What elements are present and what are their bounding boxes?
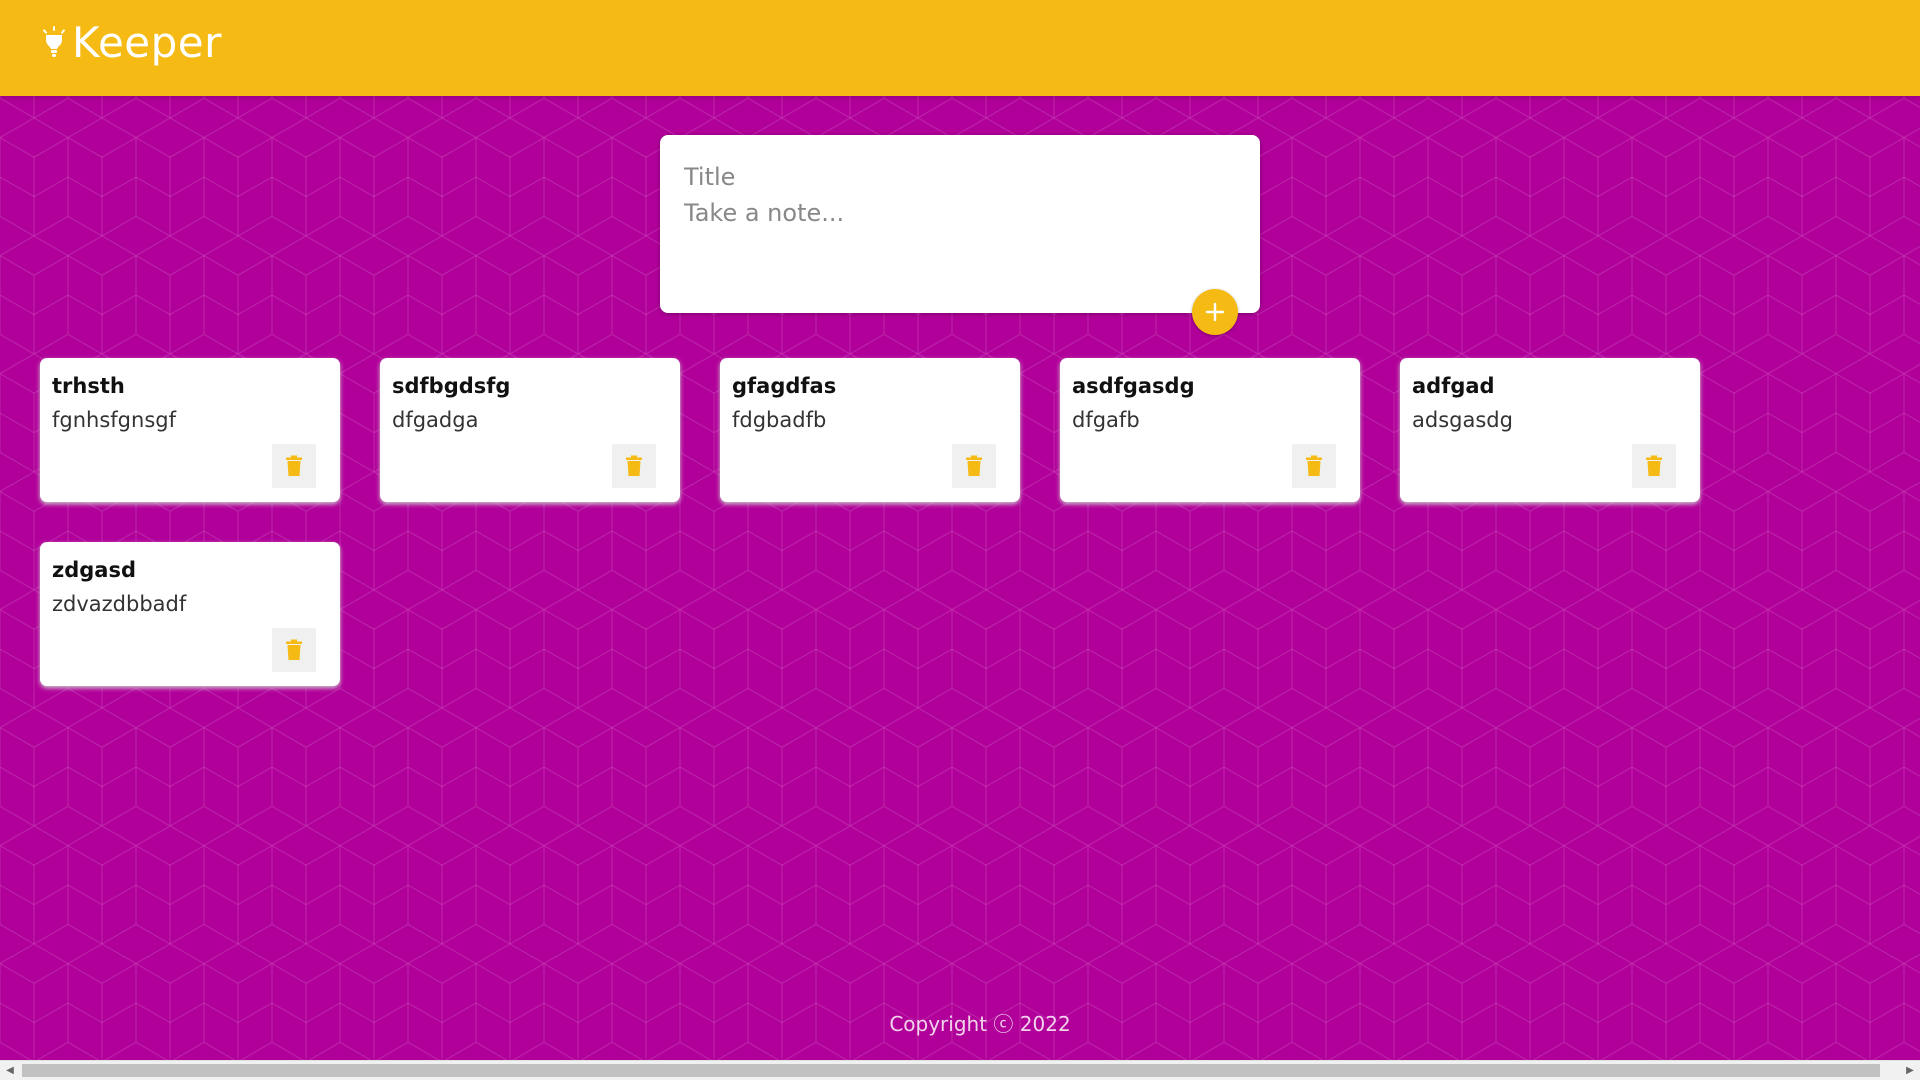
scroll-left-arrow-icon[interactable]: ◀ — [0, 1061, 20, 1080]
note-title: asdfgasdg — [1072, 374, 1195, 398]
delete-note-button[interactable] — [272, 444, 316, 488]
note-title: zdgasd — [52, 558, 136, 582]
note-card: gfagdfas fdgbadfb — [720, 358, 1020, 502]
note-card: zdgasd zdvazdbbadf — [40, 542, 340, 686]
note-content: zdvazdbbadf — [52, 592, 187, 616]
app-title: Keeper — [72, 18, 222, 67]
app-header: Keeper — [0, 0, 1920, 96]
note-content: adsgasdg — [1412, 408, 1513, 432]
trash-icon — [286, 639, 302, 660]
note-card: trhsth fgnhsfgnsgf — [40, 358, 340, 502]
scroll-right-arrow-icon[interactable]: ▶ — [1900, 1061, 1920, 1080]
trash-icon — [966, 455, 982, 476]
note-title: sdfbgdsfg — [392, 374, 511, 398]
app-footer: Copyright ⓒ 2022 — [0, 1008, 1920, 1037]
note-card: adfgad adsgasdg — [1400, 358, 1700, 502]
note-card: asdfgasdg dfgafb — [1060, 358, 1360, 502]
note-content: fdgbadfb — [732, 408, 827, 432]
scrollbar-thumb[interactable] — [22, 1064, 1880, 1077]
delete-note-button[interactable] — [272, 628, 316, 672]
note-content: dfgadga — [392, 408, 479, 432]
note-title: gfagdfas — [732, 374, 837, 398]
plus-icon — [1205, 302, 1225, 322]
lightbulb-icon — [43, 26, 65, 57]
horizontal-scrollbar[interactable]: ◀ ▶ — [0, 1060, 1920, 1080]
trash-icon — [1646, 455, 1662, 476]
app-logo[interactable]: Keeper — [42, 22, 222, 64]
note-content-textarea[interactable] — [684, 199, 1236, 259]
delete-note-button[interactable] — [1632, 444, 1676, 488]
note-content: fgnhsfgnsgf — [52, 408, 176, 432]
copyright-text: Copyright ⓒ 2022 — [889, 1012, 1071, 1036]
note-content: dfgafb — [1072, 408, 1140, 432]
create-note-form — [660, 135, 1260, 335]
trash-icon — [626, 455, 642, 476]
trash-icon — [1306, 455, 1322, 476]
add-note-button[interactable] — [1192, 289, 1238, 335]
delete-note-button[interactable] — [1292, 444, 1336, 488]
note-title: adfgad — [1412, 374, 1495, 398]
trash-icon — [286, 455, 302, 476]
note-card: sdfbgdsfg dfgadga — [380, 358, 680, 502]
delete-note-button[interactable] — [952, 444, 996, 488]
note-title-input[interactable] — [684, 159, 1236, 195]
delete-note-button[interactable] — [612, 444, 656, 488]
note-title: trhsth — [52, 374, 125, 398]
